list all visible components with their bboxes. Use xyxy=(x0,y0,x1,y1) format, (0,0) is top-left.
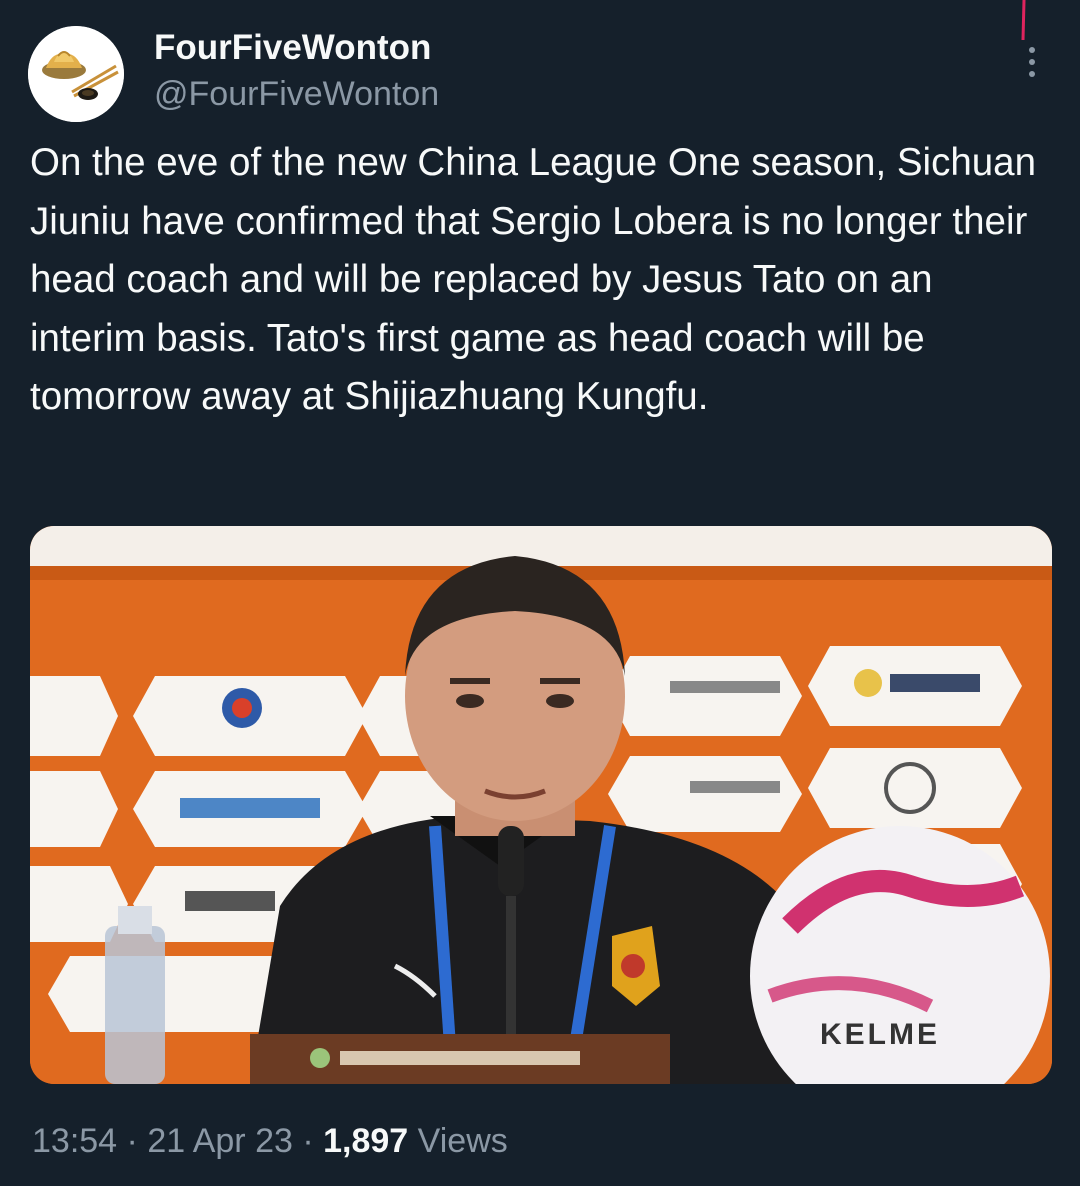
dumplings-chopsticks-icon xyxy=(28,26,124,122)
avatar[interactable] xyxy=(28,26,124,122)
tweet: FourFiveWonton @FourFiveWonton On the ev… xyxy=(0,0,1080,1186)
tweet-time[interactable]: 13:54 xyxy=(32,1122,117,1160)
ball-brand-text: KELME xyxy=(820,1018,940,1051)
author-handle[interactable]: @FourFiveWonton xyxy=(154,74,439,114)
views-label: Views xyxy=(417,1122,508,1160)
meta-separator: · xyxy=(126,1122,138,1160)
author-display-name[interactable]: FourFiveWonton xyxy=(154,28,431,68)
tweet-photo[interactable]: KELME xyxy=(30,526,1052,1084)
meta-separator: · xyxy=(302,1122,314,1160)
tweet-date[interactable]: 21 Apr 23 xyxy=(147,1122,293,1160)
more-vertical-icon[interactable] xyxy=(1016,0,1046,90)
tweet-text: On the eve of the new China League One s… xyxy=(30,141,1047,418)
views-count[interactable]: 1,897 xyxy=(323,1122,408,1160)
tweet-meta: 13:54 · 21 Apr 23 · 1,897 Views xyxy=(32,1119,508,1163)
